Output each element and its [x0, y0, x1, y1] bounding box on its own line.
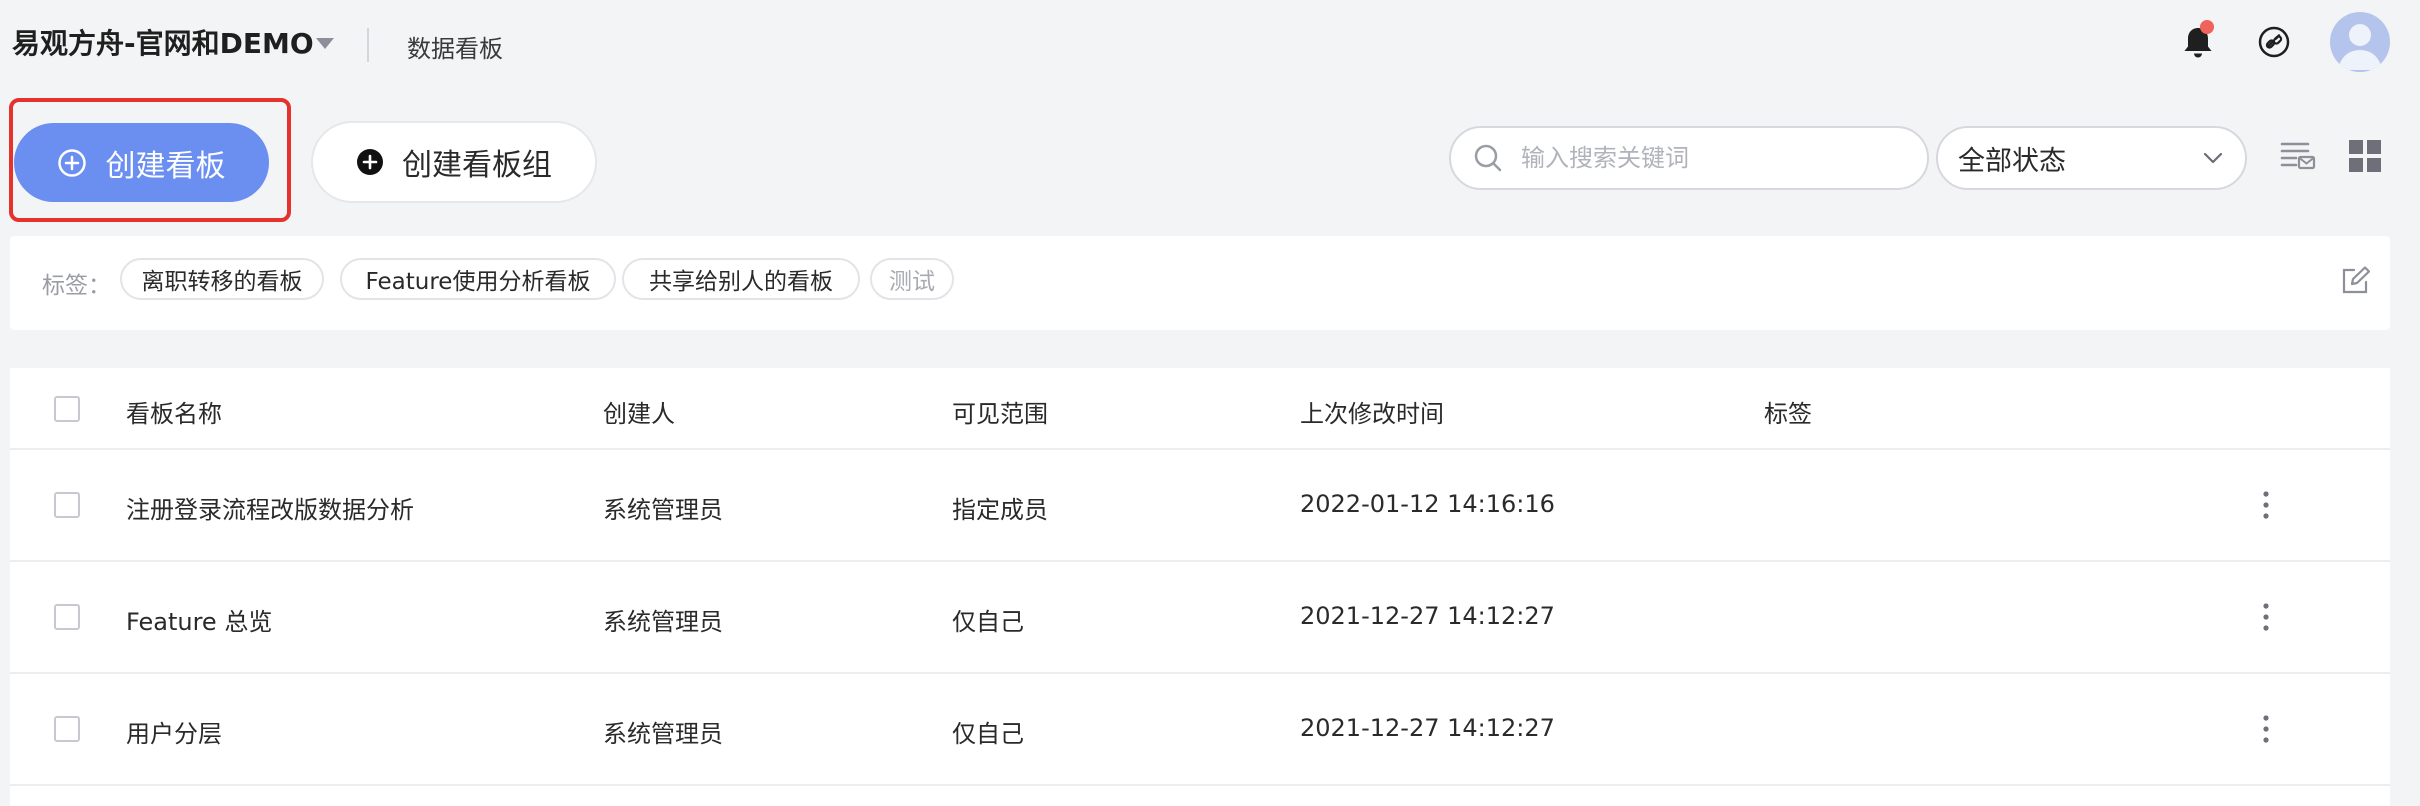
top-header: 易观方舟-官网和DEMO 数据看板	[0, 0, 2420, 90]
link-icon[interactable]	[2256, 24, 2292, 60]
more-vertical-icon[interactable]	[2262, 490, 2270, 520]
chevron-down-icon	[2203, 152, 2223, 164]
status-select-value: 全部状态	[1958, 145, 2066, 177]
create-board-label: 创建看板	[105, 149, 226, 183]
chevron-down-icon[interactable]	[316, 38, 334, 49]
tag-chip[interactable]: 离职转移的看板	[120, 258, 324, 300]
board-creator: 系统管理员	[603, 608, 723, 636]
more-vertical-icon[interactable]	[2262, 714, 2270, 744]
tag-chip[interactable]: Feature使用分析看板	[340, 258, 616, 300]
row-checkbox[interactable]	[54, 716, 80, 742]
search-input[interactable]	[1521, 144, 1901, 172]
more-vertical-icon[interactable]	[2262, 602, 2270, 632]
column-header-creator: 创建人	[603, 400, 675, 428]
create-board-group-button[interactable]: 创建看板组	[311, 121, 597, 203]
page-title: 数据看板	[407, 35, 503, 63]
row-checkbox[interactable]	[54, 492, 80, 518]
board-name[interactable]: 用户分层	[126, 714, 222, 749]
column-header-tags: 标签	[1764, 400, 1812, 428]
board-creator: 系统管理员	[603, 496, 723, 524]
edit-icon[interactable]	[2340, 266, 2370, 296]
table-row[interactable]: Feature 总览 系统管理员 仅自己 2021-12-27 14:12:27	[10, 562, 2390, 674]
list-view-icon[interactable]	[2280, 138, 2316, 174]
board-table: 看板名称 创建人 可见范围 上次修改时间 标签 注册登录流程改版数据分析 系统管…	[10, 368, 2390, 806]
app-title[interactable]: 易观方舟-官网和DEMO	[12, 22, 314, 62]
column-header-name: 看板名称	[126, 400, 222, 428]
table-header-row: 看板名称 创建人 可见范围 上次修改时间 标签	[10, 368, 2390, 450]
tag-filter-panel: 标签： 离职转移的看板 Feature使用分析看板 共享给别人的看板 测试	[10, 236, 2390, 330]
column-header-scope: 可见范围	[952, 400, 1048, 428]
user-avatar-icon	[2338, 24, 2382, 70]
search-box[interactable]	[1449, 126, 1929, 190]
plus-circle-filled-icon	[357, 149, 383, 175]
board-name[interactable]: Feature 总览	[126, 602, 272, 637]
header-divider	[367, 28, 369, 62]
avatar[interactable]	[2330, 12, 2390, 72]
board-modified: 2022-01-12 14:16:16	[1300, 490, 1555, 518]
select-all-checkbox[interactable]	[54, 396, 80, 422]
table-row[interactable]: 注册登录流程改版数据分析 系统管理员 指定成员 2022-01-12 14:16…	[10, 450, 2390, 562]
plus-circle-icon	[57, 148, 86, 177]
status-select[interactable]: 全部状态	[1936, 126, 2247, 190]
board-creator: 系统管理员	[603, 720, 723, 748]
search-icon	[1474, 144, 1502, 172]
tag-chip[interactable]: 测试	[870, 258, 954, 300]
board-scope: 指定成员	[952, 496, 1048, 524]
create-board-group-label: 创建看板组	[402, 148, 552, 183]
board-scope: 仅自己	[952, 720, 1024, 748]
notification-dot	[2200, 20, 2214, 34]
tag-label: 标签：	[42, 273, 111, 299]
row-checkbox[interactable]	[54, 604, 80, 630]
board-modified: 2021-12-27 14:12:27	[1300, 602, 1555, 630]
grid-view-icon[interactable]	[2348, 139, 2382, 173]
board-scope: 仅自己	[952, 608, 1024, 636]
tag-chip[interactable]: 共享给别人的看板	[622, 258, 860, 300]
board-modified: 2021-12-27 14:12:27	[1300, 714, 1555, 742]
create-board-button[interactable]: 创建看板	[14, 123, 269, 202]
column-header-modified: 上次修改时间	[1300, 400, 1444, 428]
table-row[interactable]: 用户分层 系统管理员 仅自己 2021-12-27 14:12:27	[10, 674, 2390, 786]
board-name[interactable]: 注册登录流程改版数据分析	[126, 490, 414, 525]
